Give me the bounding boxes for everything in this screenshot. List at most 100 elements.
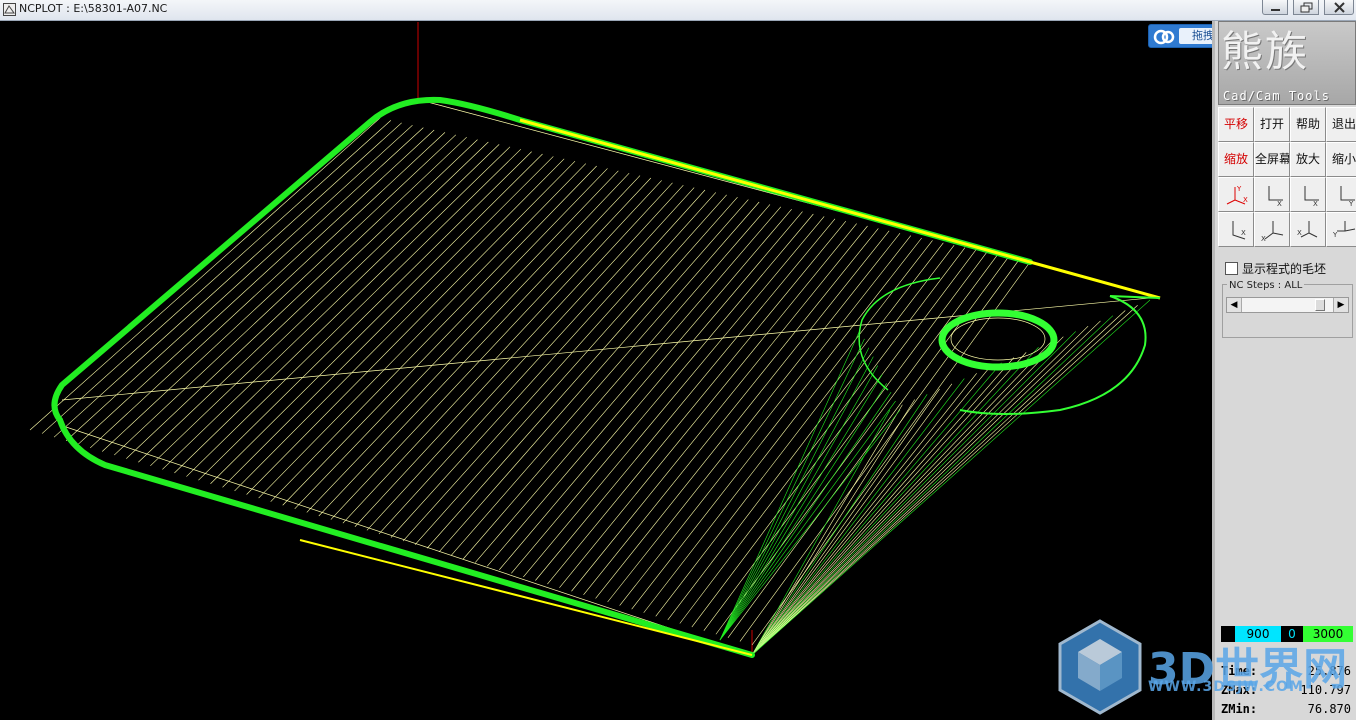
- toolpath-plot: [29, 22, 1161, 658]
- view-iso-5-button[interactable]: Y: [1326, 212, 1356, 247]
- svg-text:X: X: [1243, 196, 1248, 204]
- toolpath-segment: [270, 165, 597, 502]
- svg-text:Y: Y: [1332, 231, 1338, 239]
- watermark-cube-icon: [1058, 619, 1142, 715]
- minimize-icon: [1271, 9, 1280, 11]
- toolpath-segment: [450, 201, 760, 556]
- svg-text:X: X: [1241, 229, 1246, 237]
- toolpath-segment: [59, 424, 751, 656]
- logo-chars: 熊族: [1221, 27, 1310, 76]
- watermark: 3D世界网 WWW.3DSJW.COM: [1052, 615, 1356, 720]
- toolpath-segment: [198, 151, 532, 481]
- title-bar: NCPLOT : E:\58301-A07.NC: [0, 0, 1356, 21]
- toolpath-segment: [691, 249, 977, 628]
- view-top-icon: Y: [1340, 186, 1355, 208]
- view-top-button[interactable]: Y: [1326, 177, 1356, 212]
- view-iso-xyz-button[interactable]: YX: [1218, 177, 1254, 212]
- view-side-icon: X: [1304, 186, 1319, 208]
- zoom-button[interactable]: 缩放: [1218, 142, 1254, 177]
- toolpath-viewport[interactable]: [0, 21, 1212, 720]
- toolpath-segment: [511, 213, 814, 574]
- view-iso-2-button[interactable]: X: [1218, 212, 1254, 247]
- view-side-button[interactable]: X: [1290, 177, 1326, 212]
- toolpath-segment: [751, 325, 1089, 656]
- exit-button[interactable]: 退出: [1326, 107, 1356, 142]
- show-stock-label: 显示程式的毛坯: [1242, 262, 1327, 276]
- open-button[interactable]: 打开: [1254, 107, 1290, 142]
- view-front-icon: X: [1268, 186, 1283, 208]
- cloud-upload-icon: [1153, 29, 1175, 45]
- svg-text:X: X: [1313, 200, 1318, 208]
- toolpath-segment: [751, 336, 1064, 656]
- nc-steps-scrollbar[interactable]: ◀ ▶: [1226, 297, 1349, 313]
- scroll-thumb[interactable]: [1315, 299, 1325, 311]
- toolpath-segment: [390, 189, 706, 538]
- toolpath-segment: [751, 315, 1114, 656]
- view-iso-2-icon: X: [1232, 221, 1246, 240]
- svg-text:X: X: [1261, 235, 1266, 243]
- toolpath-segment: [342, 180, 662, 524]
- fullscreen-button[interactable]: 全屏幕: [1254, 142, 1290, 177]
- scroll-left-arrow-icon[interactable]: ◀: [1227, 298, 1242, 312]
- toolpath-segment: [751, 305, 1138, 656]
- toolpath-segment: [29, 117, 381, 431]
- svg-text:Y: Y: [1348, 200, 1354, 208]
- toolpath-segment: [559, 223, 857, 588]
- toolpath-segment: [282, 168, 608, 506]
- toolpath-segment: [719, 347, 870, 641]
- close-icon: [1334, 2, 1345, 13]
- toolpath-segment: [751, 261, 1031, 646]
- svg-text:Y: Y: [1236, 185, 1242, 193]
- view-iso-4-icon: X: [1297, 221, 1318, 238]
- toolpath-segment: [631, 237, 922, 610]
- toolpath-segment: [523, 216, 825, 578]
- toolpath-segment: [258, 163, 587, 499]
- view-iso-5-icon: Y: [1332, 221, 1356, 239]
- logo: 熊族 Cad/Cam Tools: [1218, 21, 1356, 105]
- watermark-url: WWW.3DSJW.COM: [1148, 679, 1304, 695]
- toolpath-segment: [246, 160, 576, 495]
- pan-button[interactable]: 平移: [1218, 107, 1254, 142]
- close-button[interactable]: [1324, 0, 1354, 15]
- toolpath-segment: [595, 230, 890, 599]
- toolpath-segment: [583, 228, 879, 596]
- restore-button[interactable]: [1293, 0, 1319, 15]
- help-button[interactable]: 帮助: [1290, 107, 1326, 142]
- toolpath-segment: [751, 331, 1076, 656]
- toolpath-segment: [751, 394, 928, 656]
- toolpath-segment: [719, 329, 861, 641]
- hole-ring-inner: [950, 317, 1046, 361]
- toolpath-segment: [751, 367, 990, 656]
- view-iso-3-icon: X: [1261, 221, 1284, 243]
- edge-highlight-bottom: [299, 539, 753, 656]
- toolpath-segment: [703, 252, 987, 631]
- toolpath-segment: [719, 356, 874, 641]
- app-icon: [3, 3, 16, 16]
- toolpath-segment: [751, 357, 1015, 656]
- scroll-right-arrow-icon[interactable]: ▶: [1333, 298, 1348, 312]
- toolpath-segment: [751, 310, 1126, 656]
- toolpath-segment: [619, 235, 912, 606]
- minimize-button[interactable]: [1262, 0, 1288, 15]
- toolpath-segment: [41, 120, 392, 434]
- toolpath-segment: [101, 132, 446, 452]
- toolpath-segment: [751, 362, 1002, 656]
- toolpath-segment: [414, 194, 727, 545]
- toolpath-segment: [751, 378, 965, 656]
- view-front-button[interactable]: X: [1254, 177, 1290, 212]
- toolpath-segment: [499, 211, 803, 570]
- zoom-in-button[interactable]: 放大: [1290, 142, 1326, 177]
- toolpath-segment: [378, 187, 695, 535]
- svg-text:X: X: [1277, 200, 1282, 208]
- view-iso-4-button[interactable]: X: [1290, 212, 1326, 247]
- toolpath-segment: [77, 127, 424, 445]
- toolpath-segment: [210, 153, 543, 484]
- toolpath-segment: [234, 158, 565, 492]
- toolpath-segment: [65, 124, 413, 441]
- zoom-out-button[interactable]: 缩小: [1326, 142, 1356, 177]
- hole-ring: [938, 309, 1058, 371]
- cut-lines: [29, 99, 1151, 656]
- view-iso-xyz-icon: YX: [1226, 185, 1248, 205]
- view-iso-3-button[interactable]: X: [1254, 212, 1290, 247]
- show-stock-checkbox[interactable]: [1225, 262, 1238, 275]
